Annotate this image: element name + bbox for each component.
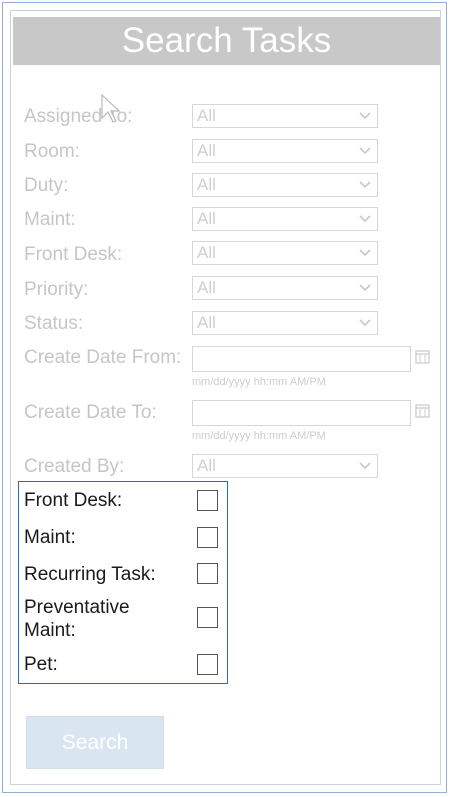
create-date-to-hint: mm/dd/yyyy hh:mm AM/PM [192, 430, 326, 442]
duty-label: Duty: [24, 175, 69, 196]
create-date-from-label: Create Date From: [24, 347, 182, 368]
maint-select[interactable]: All [192, 207, 378, 231]
create-date-to-label: Create Date To: [24, 402, 157, 423]
mouse-cursor-icon [101, 94, 121, 123]
chevron-down-icon [359, 215, 371, 223]
priority-label: Priority: [24, 279, 89, 300]
room-value: All [197, 141, 216, 160]
checkbox-preventative-maint[interactable] [197, 607, 218, 628]
checkbox-maint[interactable] [197, 527, 218, 548]
calendar-icon[interactable] [415, 403, 430, 418]
maint-label: Maint: [24, 209, 76, 230]
front-desk-select[interactable]: All [192, 241, 378, 265]
priority-select[interactable]: All [192, 276, 378, 300]
room-label: Room: [24, 141, 80, 162]
room-select[interactable]: All [192, 139, 378, 163]
chevron-down-icon [359, 112, 371, 120]
checkbox-front-desk[interactable] [197, 490, 218, 511]
checkbox-recurring-task-label: Recurring Task: [24, 564, 156, 585]
search-button[interactable]: Search [26, 716, 164, 769]
maint-value: All [197, 209, 216, 228]
chevron-down-icon [359, 284, 371, 292]
duty-select[interactable]: All [192, 173, 378, 197]
chevron-down-icon [359, 319, 371, 327]
created-by-label: Created By: [24, 456, 125, 477]
chevron-down-icon [359, 181, 371, 189]
create-date-from-hint: mm/dd/yyyy hh:mm AM/PM [192, 376, 326, 388]
duty-value: All [197, 175, 216, 194]
page-title: Search Tasks [13, 17, 440, 65]
checkbox-front-desk-label: Front Desk: [24, 490, 123, 511]
priority-value: All [197, 278, 216, 297]
status-select[interactable]: All [192, 311, 378, 335]
chevron-down-icon [359, 147, 371, 155]
checkbox-pet-label: Pet: [24, 654, 58, 675]
checkbox-preventative-maint-label: Preventative Maint: [24, 597, 130, 641]
front-desk-label: Front Desk: [24, 244, 123, 265]
status-label: Status: [24, 313, 84, 334]
chevron-down-icon [359, 462, 371, 470]
create-date-from-input[interactable] [192, 346, 411, 372]
created-by-select[interactable]: All [192, 454, 378, 478]
assigned-to-select[interactable]: All [192, 104, 378, 128]
front-desk-value: All [197, 243, 216, 262]
checkbox-pet[interactable] [197, 654, 218, 675]
chevron-down-icon [359, 249, 371, 257]
create-date-to-input[interactable] [192, 400, 411, 426]
status-value: All [197, 313, 216, 332]
checkbox-recurring-task[interactable] [197, 563, 218, 584]
calendar-icon[interactable] [415, 349, 430, 364]
checkbox-maint-label: Maint: [24, 527, 76, 548]
assigned-to-value: All [197, 106, 216, 125]
created-by-value: All [197, 456, 216, 475]
